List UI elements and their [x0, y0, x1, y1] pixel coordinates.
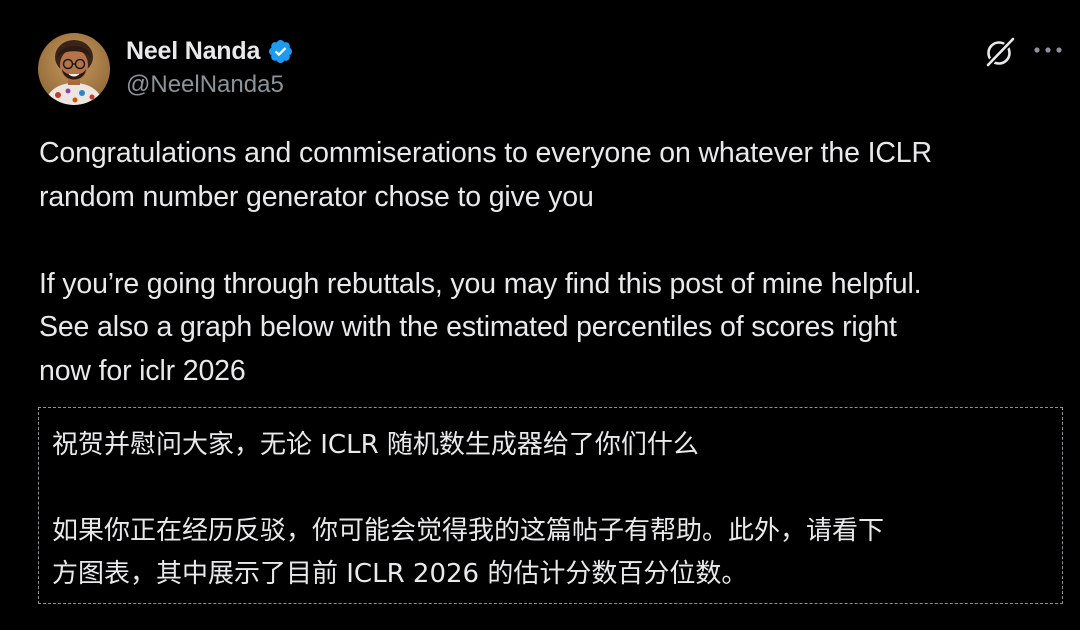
author-name-row: Neel Nanda	[126, 34, 294, 68]
translation-text: 祝贺并慰问大家，无论 ICLR 随机数生成器给了你们什么 如果你正在经历反驳，你…	[52, 424, 1052, 596]
verified-badge-icon[interactable]	[267, 38, 294, 65]
more-icon[interactable]	[1033, 43, 1063, 57]
author-display-name[interactable]: Neel Nanda	[126, 37, 260, 66]
tweet-paragraph-1: Congratulations and commiserations to ev…	[39, 137, 932, 213]
avatar-image	[38, 33, 110, 105]
grok-icon[interactable]	[984, 36, 1016, 68]
translation-paragraph-2: 如果你正在经历反驳，你可能会觉得我的这篇帖子有帮助。此外，请看下 方图表，其中展…	[52, 516, 885, 589]
author-handle[interactable]: @NeelNanda5	[126, 71, 294, 99]
tweet-text: Congratulations and commiserations to ev…	[39, 132, 1059, 393]
translation-box: 祝贺并慰问大家，无论 ICLR 随机数生成器给了你们什么 如果你正在经历反驳，你…	[38, 407, 1063, 604]
tweet-author: Neel Nanda @NeelNanda5	[126, 34, 294, 99]
tweet-paragraph-2: If you’re going through rebuttals, you m…	[39, 267, 922, 387]
translation-paragraph-1: 祝贺并慰问大家，无论 ICLR 随机数生成器给了你们什么	[52, 430, 699, 460]
avatar[interactable]	[38, 33, 110, 105]
